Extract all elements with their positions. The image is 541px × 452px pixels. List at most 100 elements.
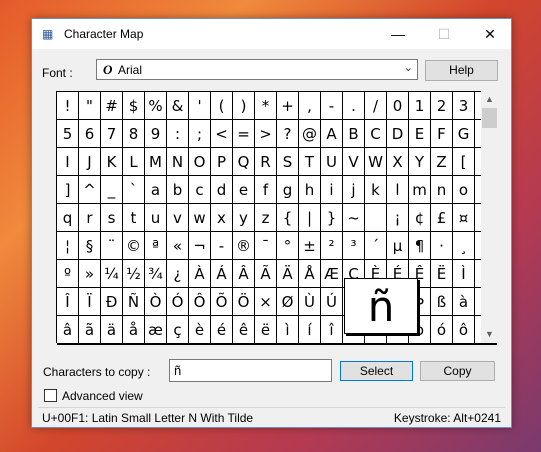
char-cell[interactable]: ª xyxy=(145,232,167,260)
char-cell[interactable]: Ë xyxy=(431,260,453,288)
char-cell[interactable]: 1 xyxy=(409,92,431,120)
char-cell[interactable]: N xyxy=(167,148,189,176)
char-cell[interactable]: - xyxy=(321,92,343,120)
char-cell[interactable]: d xyxy=(211,176,233,204)
char-cell[interactable]: } xyxy=(321,204,343,232)
char-cell[interactable]: Z xyxy=(431,148,453,176)
char-cell[interactable]: ÿ xyxy=(255,344,277,345)
char-cell[interactable]: t xyxy=(123,204,145,232)
char-cell[interactable]: ć xyxy=(431,344,453,345)
char-cell[interactable]: Ò xyxy=(145,288,167,316)
char-cell[interactable]: Ó xyxy=(167,288,189,316)
char-cell[interactable] xyxy=(365,204,387,232)
char-cell[interactable]: Ã xyxy=(255,260,277,288)
char-cell[interactable]: Ù xyxy=(299,288,321,316)
char-cell[interactable]: ; xyxy=(189,120,211,148)
char-cell[interactable]: f xyxy=(255,176,277,204)
char-cell[interactable]: v xyxy=(167,204,189,232)
char-cell[interactable]: ß xyxy=(431,288,453,316)
char-cell[interactable]: Ô xyxy=(189,288,211,316)
char-cell[interactable]: < xyxy=(211,120,233,148)
grid-scrollbar[interactable]: ▲ ▼ xyxy=(481,91,498,343)
scroll-down-icon[interactable]: ▼ xyxy=(481,326,498,343)
char-cell[interactable]: ! xyxy=(57,92,79,120)
char-cell[interactable]: ¤ xyxy=(453,204,475,232)
char-cell[interactable]: ¾ xyxy=(145,260,167,288)
char-cell[interactable]: þ xyxy=(233,344,255,345)
char-cell[interactable]: Ñ xyxy=(123,288,145,316)
char-cell[interactable]: Ì xyxy=(453,260,475,288)
char-cell[interactable]: Æ xyxy=(321,260,343,288)
char-cell[interactable]: c xyxy=(189,176,211,204)
char-cell[interactable]: : xyxy=(167,120,189,148)
char-cell[interactable]: Î xyxy=(57,288,79,316)
char-cell[interactable]: î xyxy=(321,316,343,344)
char-cell[interactable]: 0 xyxy=(387,92,409,120)
char-cell[interactable]: a xyxy=(145,176,167,204)
char-cell[interactable]: + xyxy=(277,92,299,120)
char-cell[interactable]: = xyxy=(233,120,255,148)
char-cell[interactable]: ¶ xyxy=(409,232,431,260)
char-cell[interactable]: s xyxy=(101,204,123,232)
char-cell[interactable]: h xyxy=(299,176,321,204)
char-cell[interactable]: 2 xyxy=(431,92,453,120)
char-cell[interactable]: n xyxy=(431,176,453,204)
char-cell[interactable]: ą xyxy=(387,344,409,345)
char-cell[interactable]: Õ xyxy=(211,288,233,316)
char-cell[interactable]: & xyxy=(167,92,189,120)
char-cell[interactable]: g xyxy=(277,176,299,204)
char-cell[interactable]: x xyxy=(211,204,233,232)
char-cell[interactable]: o xyxy=(453,176,475,204)
char-cell[interactable]: ± xyxy=(299,232,321,260)
char-cell[interactable]: ë xyxy=(255,316,277,344)
char-cell[interactable]: b xyxy=(167,176,189,204)
char-cell[interactable]: ù xyxy=(123,344,145,345)
char-cell[interactable]: ® xyxy=(233,232,255,260)
char-cell[interactable]: K xyxy=(101,148,123,176)
char-cell[interactable]: ¿ xyxy=(167,260,189,288)
char-cell[interactable]: * xyxy=(255,92,277,120)
char-cell[interactable]: M xyxy=(145,148,167,176)
characters-to-copy-input[interactable]: ñ xyxy=(169,359,332,382)
char-cell[interactable]: 6 xyxy=(79,120,101,148)
char-cell[interactable]: ) xyxy=(233,92,255,120)
char-cell[interactable]: C xyxy=(365,120,387,148)
char-cell[interactable]: û xyxy=(167,344,189,345)
select-button[interactable]: Select xyxy=(340,361,413,381)
char-cell[interactable]: . xyxy=(343,92,365,120)
copy-button[interactable]: Copy xyxy=(420,361,495,381)
character-grid[interactable]: !"#$%&'()*+,-./0123456789:;<=>?@ABCDEFGH… xyxy=(56,91,497,345)
char-cell[interactable]: å xyxy=(123,316,145,344)
char-cell[interactable]: Ă xyxy=(321,344,343,345)
char-cell[interactable]: w xyxy=(189,204,211,232)
char-cell[interactable]: ² xyxy=(321,232,343,260)
font-dropdown[interactable]: O Arial ⌄ xyxy=(96,59,418,80)
char-cell[interactable]: # xyxy=(101,92,123,120)
char-cell[interactable]: é xyxy=(211,316,233,344)
char-cell[interactable]: O xyxy=(189,148,211,176)
char-cell[interactable]: S xyxy=(277,148,299,176)
char-cell[interactable]: 5 xyxy=(57,120,79,148)
char-cell[interactable]: R xyxy=(255,148,277,176)
char-cell[interactable]: P xyxy=(211,148,233,176)
char-cell[interactable]: Ð xyxy=(101,288,123,316)
char-cell[interactable]: A xyxy=(321,120,343,148)
char-cell[interactable]: ā xyxy=(299,344,321,345)
char-cell[interactable]: " xyxy=(79,92,101,120)
char-cell[interactable]: ` xyxy=(123,176,145,204)
char-cell[interactable]: { xyxy=(277,204,299,232)
char-cell[interactable]: i xyxy=(321,176,343,204)
char-cell[interactable]: 3 xyxy=(453,92,475,120)
char-cell[interactable]: º xyxy=(57,260,79,288)
char-cell[interactable]: ¯ xyxy=(255,232,277,260)
char-cell[interactable]: $ xyxy=(123,92,145,120)
char-cell[interactable]: ³ xyxy=(343,232,365,260)
char-cell[interactable]: ? xyxy=(277,120,299,148)
char-cell[interactable]: Å xyxy=(299,260,321,288)
char-cell[interactable]: ì xyxy=(277,316,299,344)
char-cell[interactable]: ¦ xyxy=(57,232,79,260)
char-cell[interactable]: ã xyxy=(79,316,101,344)
char-cell[interactable]: « xyxy=(167,232,189,260)
char-cell[interactable]: Ö xyxy=(233,288,255,316)
char-cell[interactable]: Ï xyxy=(79,288,101,316)
